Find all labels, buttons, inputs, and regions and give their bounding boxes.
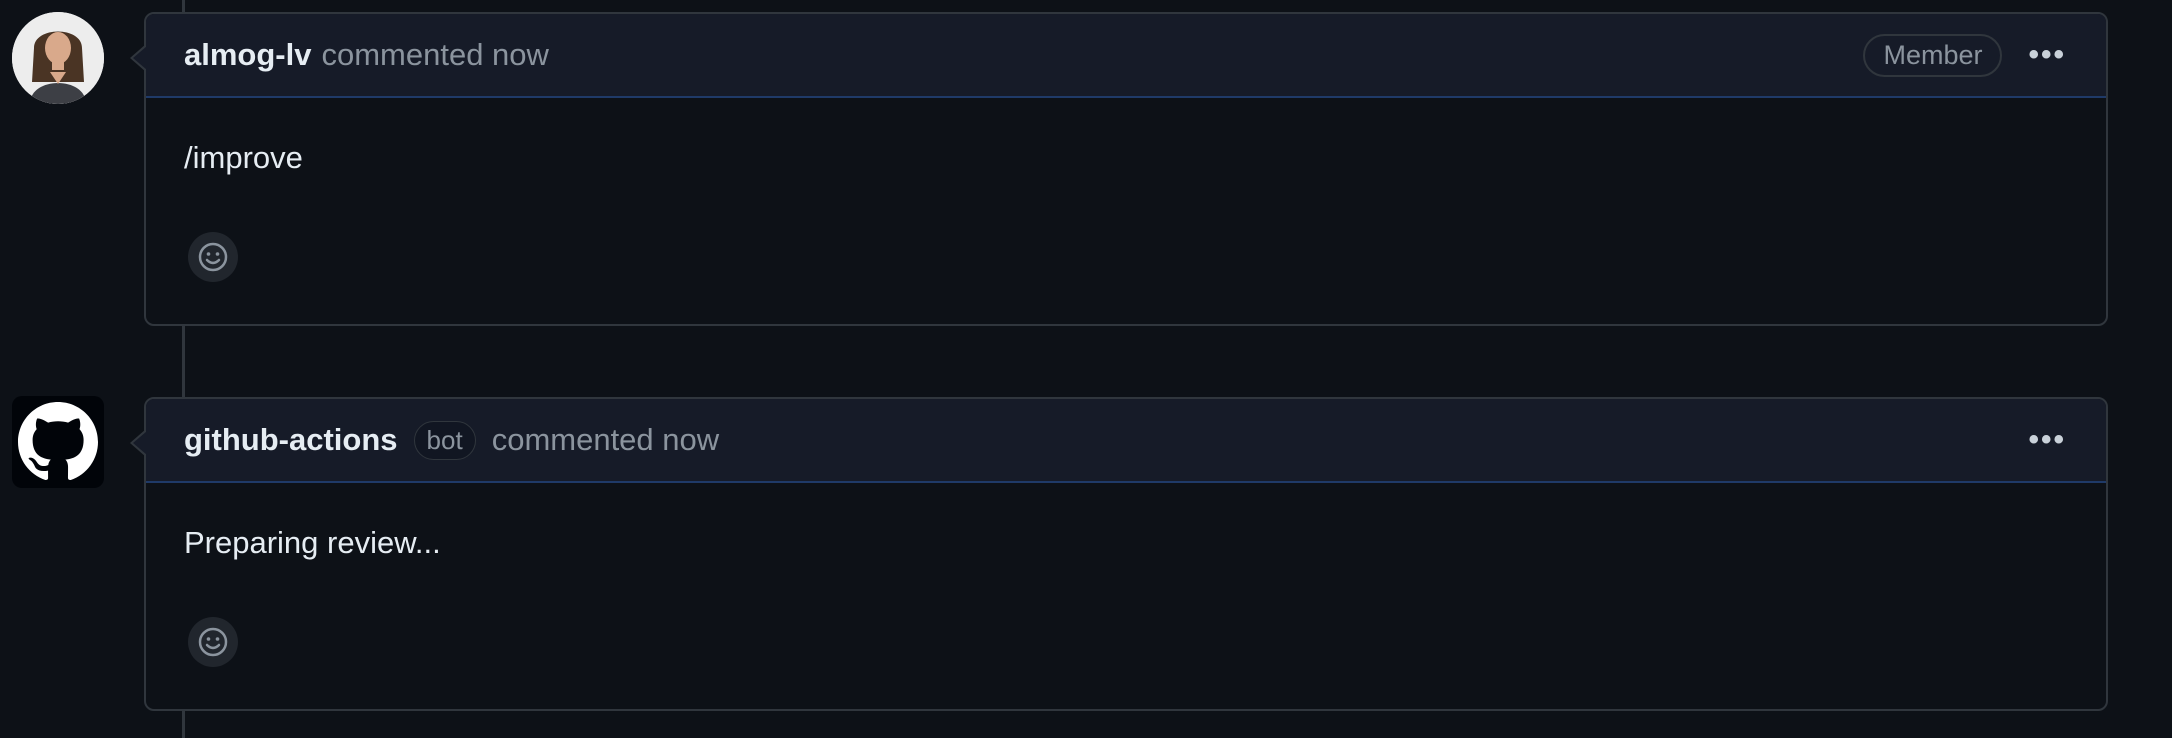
smiley-icon <box>198 627 228 657</box>
bot-badge: bot <box>413 420 476 460</box>
github-logo-icon <box>18 402 98 481</box>
avatar[interactable] <box>12 12 104 104</box>
comment-author[interactable]: github-actions <box>184 422 398 458</box>
add-reaction-button[interactable] <box>188 232 238 282</box>
user-avatar-photo <box>12 12 104 104</box>
add-reaction-button[interactable] <box>188 617 238 667</box>
smiley-icon <box>198 242 228 272</box>
comment-body: /improve <box>146 98 2106 324</box>
github-actions-avatar[interactable] <box>12 396 104 488</box>
comment-timestamp[interactable]: commented now <box>492 422 719 458</box>
comment-body-text: /improve <box>184 140 303 175</box>
comment-card: almog-lv commented now Member ••• /impro… <box>130 12 2108 326</box>
comment-timestamp[interactable]: commented now <box>321 37 548 73</box>
comment-header: almog-lv commented now Member ••• <box>146 14 2106 98</box>
comment-body-text: Preparing review... <box>184 525 441 560</box>
comment-card: github-actions bot commented now ••• Pre… <box>130 397 2108 711</box>
pull-request-timeline: almog-lv commented now Member ••• /impro… <box>0 0 2172 738</box>
comment-body: Preparing review... <box>146 483 2106 709</box>
comment-author[interactable]: almog-lv <box>184 37 311 73</box>
comment-header: github-actions bot commented now ••• <box>146 399 2106 483</box>
kebab-horizontal-icon[interactable]: ••• <box>2028 425 2066 455</box>
member-badge: Member <box>1863 33 2003 77</box>
kebab-horizontal-icon[interactable]: ••• <box>2028 40 2066 70</box>
